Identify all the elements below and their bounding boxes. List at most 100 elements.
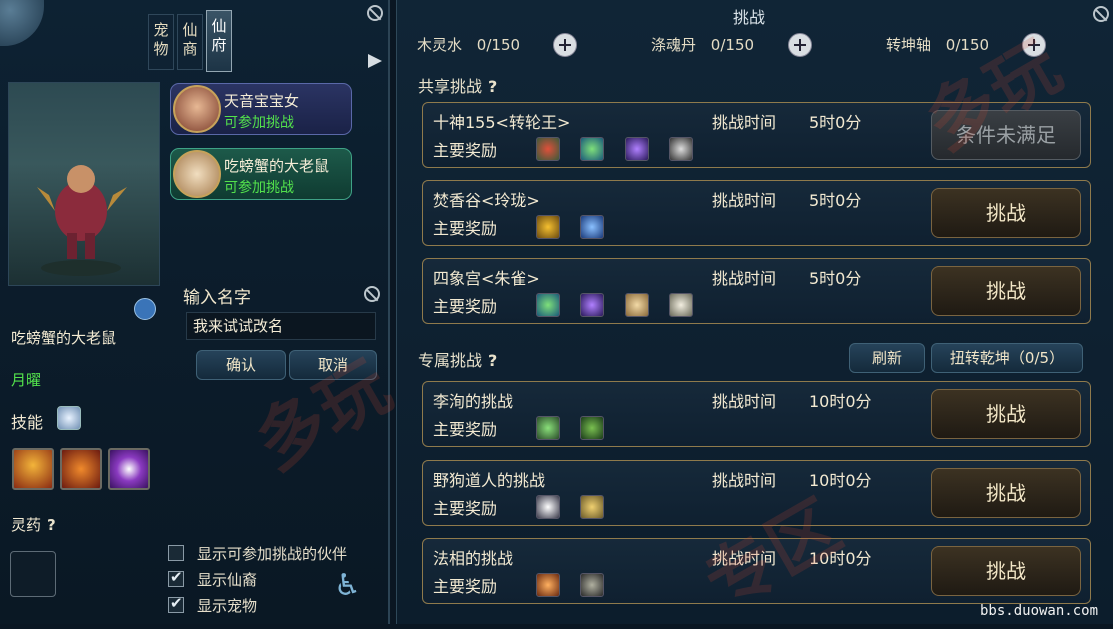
partner-panel: 宠物 仙商 仙府 天音宝宝女 可参加挑战 吃螃蟹的大老鼠 可参加挑战 吃螃蟹的大… — [0, 0, 390, 624]
skill-badge-icon — [57, 406, 81, 430]
twist-fate-button[interactable]: 扭转乾坤（0/5） — [931, 343, 1083, 373]
walking-figure-icon[interactable]: ♿ — [334, 568, 361, 603]
resource-name: 涤魂丹 — [651, 36, 697, 54]
reward-label: 主要奖励 — [433, 577, 498, 596]
reward-jade-icon[interactable] — [580, 137, 604, 161]
avatar — [173, 150, 221, 198]
time-label: 挑战时间 — [712, 191, 777, 210]
resource-count: 0/150 — [945, 36, 990, 54]
show-pet-checkbox[interactable]: ✔ — [168, 594, 184, 613]
fire-bird-skill-icon[interactable] — [60, 448, 102, 490]
partner-name: 吃螃蟹的大老鼠 — [224, 157, 330, 175]
challenge-name: 四象宫<朱雀> — [433, 269, 540, 288]
skills-label: 技能 — [11, 413, 44, 432]
resource-name: 木灵水 — [417, 36, 463, 54]
reward-label: 主要奖励 — [433, 141, 498, 160]
partner-card-1[interactable]: 天音宝宝女 可参加挑战 — [170, 83, 352, 135]
challenge-button[interactable]: 挑战 — [931, 546, 1081, 596]
add-soul-pill-icon[interactable] — [788, 33, 812, 57]
reward-bead-icon[interactable] — [536, 495, 560, 519]
character-portrait — [8, 82, 160, 286]
time-label: 挑战时间 — [712, 471, 777, 490]
challenge-button[interactable]: 条件未满足 — [931, 110, 1081, 160]
time-value: 10时0分 — [809, 471, 872, 490]
reward-label: 主要奖励 — [433, 420, 498, 439]
resource-soul-pill: 涤魂丹 0/150 — [651, 34, 754, 55]
help-icon[interactable]: ? — [488, 77, 497, 96]
cancel-button[interactable]: 取消 — [289, 350, 377, 380]
help-icon[interactable]: ? — [488, 351, 497, 370]
logo-emblem — [0, 0, 44, 46]
partner-status: 可参加挑战 — [224, 180, 294, 196]
character-title: 月曜 — [11, 371, 42, 389]
show-challengeable-checkbox[interactable] — [168, 545, 184, 561]
challenge-name: 十神155<转轮王> — [433, 113, 571, 132]
confirm-button[interactable]: 确认 — [196, 350, 286, 380]
challenge-name: 野狗道人的挑战 — [433, 471, 546, 490]
shared-section-title: 共享挑战? — [418, 73, 497, 97]
checkbox-label: 显示宠物 — [197, 597, 258, 615]
rename-label: 输入名字 — [183, 288, 251, 308]
time-value: 5时0分 — [809, 269, 862, 288]
name-input[interactable]: 我来试试改名 — [186, 312, 376, 340]
time-value: 10时0分 — [809, 392, 872, 411]
avatar — [173, 85, 221, 133]
challenge-card: 焚香谷<玲珑> 挑战时间 5时0分 主要奖励 挑战 — [422, 180, 1091, 246]
checkbox-label: 显示仙裔 — [197, 571, 258, 589]
challenge-card: 十神155<转轮王> 挑战时间 5时0分 主要奖励 条件未满足 — [422, 102, 1091, 168]
help-icon[interactable]: ? — [47, 516, 56, 534]
section-title-text: 共享挑战 — [418, 77, 483, 96]
challenge-card: 李洵的挑战 挑战时间 10时0分 主要奖励 挑战 — [422, 381, 1091, 447]
refresh-button[interactable]: 刷新 — [849, 343, 925, 373]
reward-brush-icon[interactable] — [580, 573, 604, 597]
resource-count: 0/150 — [710, 36, 755, 54]
character-name: 吃螃蟹的大老鼠 — [11, 329, 117, 347]
reward-book-icon[interactable] — [580, 495, 604, 519]
partner-card-2[interactable]: 吃螃蟹的大老鼠 可参加挑战 — [170, 148, 352, 200]
exclusive-section-title: 专属挑战? — [418, 347, 497, 371]
reward-orb-icon[interactable] — [580, 293, 604, 317]
challenge-card: 四象宫<朱雀> 挑战时间 5时0分 主要奖励 挑战 — [422, 258, 1091, 324]
add-scroll-icon[interactable] — [1022, 33, 1046, 57]
time-value: 10时0分 — [809, 549, 872, 568]
reward-staff-icon[interactable] — [536, 215, 560, 239]
close-icon[interactable] — [367, 5, 383, 21]
bell-skill-icon[interactable] — [12, 448, 54, 490]
reward-label: 主要奖励 — [433, 219, 498, 238]
arrow-right-icon[interactable] — [368, 54, 382, 68]
clear-name-icon[interactable] — [364, 286, 380, 302]
reward-herb-icon[interactable] — [580, 416, 604, 440]
reward-gift-icon[interactable] — [580, 215, 604, 239]
reward-orb-icon[interactable] — [625, 137, 649, 161]
herb-slot[interactable] — [10, 551, 56, 597]
reward-box-icon[interactable] — [669, 137, 693, 161]
reward-pearl-icon[interactable] — [536, 573, 560, 597]
resource-scroll: 转坤轴 0/150 — [886, 34, 989, 55]
reward-jade-icon[interactable] — [536, 293, 560, 317]
checkbox-label: 显示可参加挑战的伙伴 — [197, 545, 348, 563]
challenge-button[interactable]: 挑战 — [931, 389, 1081, 439]
tab-residence[interactable]: 仙府 — [206, 10, 232, 72]
check-mark-icon: ✔ — [170, 568, 183, 586]
edit-portrait-icon[interactable] — [134, 298, 156, 320]
reward-flower-icon[interactable] — [536, 137, 560, 161]
orb-skill-icon[interactable] — [108, 448, 150, 490]
watermark-url: bbs.duowan.com — [980, 603, 1099, 619]
reward-label: 主要奖励 — [433, 297, 498, 316]
challenge-button[interactable]: 挑战 — [931, 188, 1081, 238]
show-descendant-checkbox[interactable]: ✔ — [168, 568, 184, 587]
section-title-text: 专属挑战 — [418, 351, 483, 370]
reward-feather-icon[interactable] — [669, 293, 693, 317]
panel-title: 挑战 — [733, 8, 766, 27]
add-wood-water-icon[interactable] — [553, 33, 577, 57]
challenge-button[interactable]: 挑战 — [931, 266, 1081, 316]
resource-wood-water: 木灵水 0/150 — [417, 34, 520, 55]
close-icon[interactable] — [1093, 6, 1109, 22]
challenge-button[interactable]: 挑战 — [931, 468, 1081, 518]
challenge-name: 焚香谷<玲珑> — [433, 191, 540, 210]
tab-merchant[interactable]: 仙商 — [177, 14, 203, 70]
reward-mountain-icon[interactable] — [536, 416, 560, 440]
partner-name: 天音宝宝女 — [224, 92, 300, 110]
tab-pet[interactable]: 宠物 — [148, 14, 174, 70]
reward-scroll-icon[interactable] — [625, 293, 649, 317]
